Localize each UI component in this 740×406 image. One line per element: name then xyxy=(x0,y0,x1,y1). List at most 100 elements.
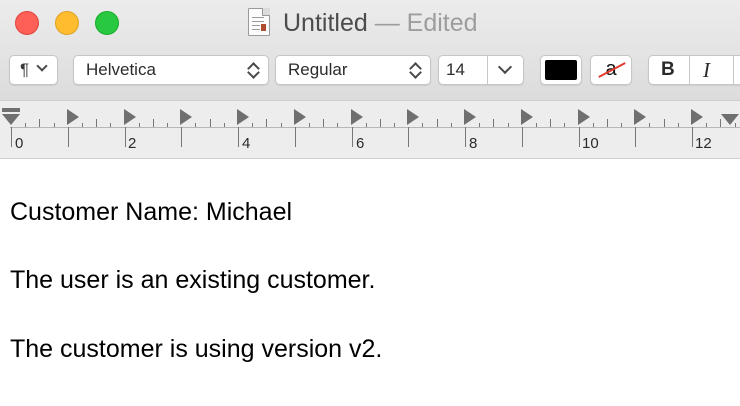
ruler-tick xyxy=(394,123,395,127)
tab-stop-icon[interactable] xyxy=(180,109,192,125)
tab-stop-icon[interactable] xyxy=(294,109,306,125)
ruler-tick xyxy=(125,127,126,147)
ruler-tick xyxy=(550,119,551,127)
ruler-tick xyxy=(635,127,636,147)
font-family-popup[interactable]: Helvetica xyxy=(73,55,269,85)
ruler-tick xyxy=(153,119,154,127)
ruler-tick xyxy=(295,127,296,147)
chevron-down-icon xyxy=(36,60,48,72)
bold-button[interactable]: B xyxy=(661,56,675,84)
ruler-tick xyxy=(238,127,239,147)
font-style-value: Regular xyxy=(288,60,348,79)
ruler-tick xyxy=(366,123,367,127)
ruler-tick xyxy=(380,119,381,127)
ruler-tick xyxy=(181,127,182,147)
ruler-tick xyxy=(579,127,580,147)
font-size-combo[interactable]: 14 xyxy=(438,55,524,85)
ruler-tick xyxy=(649,123,650,127)
text-style-buttons: B I xyxy=(648,55,740,85)
ruler-tick xyxy=(210,119,211,127)
edited-status: Edited xyxy=(406,9,478,37)
tab-stop-icon[interactable] xyxy=(124,109,136,125)
tab-stop-icon[interactable] xyxy=(67,109,79,125)
ruler-label-2: 2 xyxy=(128,135,137,152)
ruler-tick xyxy=(493,119,494,127)
tab-stop-icon[interactable] xyxy=(407,109,419,125)
ruler-tick xyxy=(224,123,225,127)
document-line[interactable]: The user is an existing customer. xyxy=(10,266,375,295)
ruler[interactable]: 0 2 4 6 8 10 12 xyxy=(0,100,740,159)
ruler-tick xyxy=(621,123,622,127)
ruler-tick xyxy=(479,123,480,127)
segment-divider xyxy=(733,56,734,84)
ruler-tick xyxy=(323,119,324,127)
ruler-tick xyxy=(352,127,353,147)
document-line[interactable]: Customer Name: Michael xyxy=(10,198,292,227)
ruler-tick xyxy=(25,123,26,127)
ruler-tick xyxy=(281,123,282,127)
zoom-window-button[interactable] xyxy=(95,11,119,35)
ruler-tick xyxy=(266,119,267,127)
document-text-area[interactable]: Customer Name: Michael The user is an ex… xyxy=(0,160,740,406)
ruler-tick xyxy=(664,119,665,127)
paragraph-styles-menu[interactable]: ¶ xyxy=(9,55,58,85)
ruler-tick xyxy=(720,119,721,127)
ruler-tick xyxy=(607,119,608,127)
ruler-label-10: 10 xyxy=(582,135,599,152)
combo-divider xyxy=(487,56,488,84)
font-style-popup[interactable]: Regular xyxy=(275,55,431,85)
tab-stop-icon[interactable] xyxy=(521,109,533,125)
ruler-tick xyxy=(593,123,594,127)
ruler-label-4: 4 xyxy=(242,135,251,152)
ruler-tick xyxy=(11,127,12,147)
title-separator: — xyxy=(374,9,400,37)
ruler-label-6: 6 xyxy=(356,135,365,152)
ruler-tick xyxy=(252,123,253,127)
ruler-baseline xyxy=(10,127,740,128)
minimize-window-button[interactable] xyxy=(55,11,79,35)
document-line[interactable]: The customer is using version v2. xyxy=(10,335,382,364)
ruler-tick xyxy=(508,123,509,127)
tab-stop-icon[interactable] xyxy=(351,109,363,125)
document-name: Untitled xyxy=(283,9,368,37)
updown-chevron-icon xyxy=(248,62,258,78)
chevron-down-icon[interactable] xyxy=(497,59,513,75)
tab-stop-icon[interactable] xyxy=(691,109,703,125)
tab-stop-icon[interactable] xyxy=(578,109,590,125)
background-color-well[interactable]: a xyxy=(590,55,632,85)
paragraph-icon: ¶ xyxy=(20,60,30,79)
ruler-tick xyxy=(167,123,168,127)
ruler-tick xyxy=(706,123,707,127)
italic-button[interactable]: I xyxy=(703,56,710,84)
ruler-tick xyxy=(437,119,438,127)
ruler-tick xyxy=(39,119,40,127)
ruler-tick xyxy=(96,119,97,127)
ruler-tick xyxy=(451,123,452,127)
document-proxy-icon[interactable] xyxy=(248,8,270,36)
ruler-tick xyxy=(337,123,338,127)
ruler-tick xyxy=(735,123,736,127)
close-window-button[interactable] xyxy=(15,11,39,35)
ruler-label-0: 0 xyxy=(15,135,24,152)
tab-stop-icon[interactable] xyxy=(237,109,249,125)
ruler-tick xyxy=(68,127,69,147)
ruler-tick xyxy=(110,123,111,127)
left-margin-marker-icon[interactable] xyxy=(2,108,21,128)
ruler-tick xyxy=(422,123,423,127)
window-title[interactable]: Untitled — Edited xyxy=(283,7,478,39)
tab-stop-icon[interactable] xyxy=(464,109,476,125)
text-color-well[interactable] xyxy=(540,55,582,85)
ruler-tick xyxy=(678,123,679,127)
text-color-swatch xyxy=(545,60,577,80)
font-size-value[interactable]: 14 xyxy=(446,56,465,84)
tab-stop-icon[interactable] xyxy=(634,109,646,125)
ruler-tick xyxy=(408,127,409,147)
ruler-tick xyxy=(564,123,565,127)
ruler-tick xyxy=(139,123,140,127)
font-family-value: Helvetica xyxy=(86,60,156,79)
right-margin-marker-icon[interactable] xyxy=(721,114,739,125)
ruler-tick xyxy=(465,127,466,147)
ruler-tick xyxy=(522,127,523,147)
ruler-label-8: 8 xyxy=(469,135,478,152)
ruler-tick xyxy=(309,123,310,127)
